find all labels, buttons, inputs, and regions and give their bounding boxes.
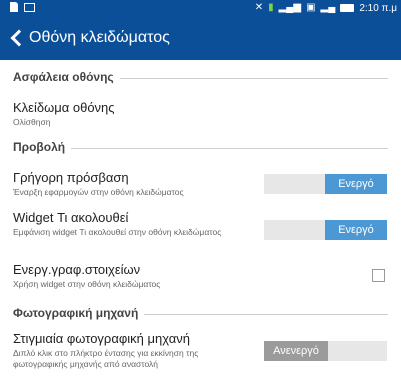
sim-icon: ▣ [306, 2, 316, 13]
settings-item-screen-lock[interactable]: Κλείδωμα οθόνης Ολίσθηση [13, 100, 388, 128]
item-subtitle: Εμφάνιση widget Τι ακολουθεί στην οθόνη … [13, 227, 222, 237]
toggle-state-label: Ανενεργό [264, 341, 328, 361]
settings-item-widgets-enable[interactable]: Ενεργ.γραφ.στοιχείων Χρήση widget στην ο… [13, 262, 388, 290]
page-title: Οθόνη κλειδώματος [29, 29, 170, 46]
divider [71, 147, 388, 149]
image-icon [24, 3, 35, 12]
mute-icon: ✕ [254, 2, 264, 13]
back-arrow-icon[interactable] [7, 28, 27, 48]
widget-next-toggle[interactable]: Ενεργό [264, 220, 387, 240]
widgets-enable-checkbox[interactable] [372, 269, 385, 282]
battery-saver-icon: ▮ [268, 2, 274, 13]
toggle-state-label: Ενεργό [325, 220, 387, 240]
item-subtitle: Ολίσθηση [13, 117, 51, 127]
item-title: Κλείδωμα οθόνης [13, 100, 115, 115]
item-title: Ενεργ.γραφ.στοιχείων [13, 262, 141, 277]
divider [144, 313, 388, 315]
toggle-state-label: Ενεργό [325, 174, 387, 194]
status-bar: ✕ ▮ ▂▄▆ ▣ ▂▄ 2:10 π.μ [0, 0, 401, 16]
divider [119, 77, 388, 79]
battery-icon [340, 4, 355, 12]
section-header-display: Προβολή [13, 138, 388, 156]
status-time: 2:10 π.μ [359, 2, 397, 14]
instant-camera-toggle[interactable]: Ανενεργό [264, 341, 387, 361]
quick-access-toggle[interactable]: Ενεργό [264, 174, 387, 194]
signal-icon: ▂▄▆ [278, 2, 302, 13]
signal-icon: ▂▄ [320, 2, 336, 13]
item-subtitle: Διπλό κλικ στο πλήκτρο έντασης για εκκίν… [13, 348, 199, 369]
section-header-screen-security: Ασφάλεια οθόνης [13, 68, 388, 86]
app-bar: Οθόνη κλειδώματος [0, 16, 401, 60]
document-icon [10, 2, 18, 12]
section-header-camera: Φωτογραφική μηχανή [13, 304, 388, 322]
item-subtitle: Χρήση widget στην οθόνη κλειδώματος [13, 279, 161, 289]
